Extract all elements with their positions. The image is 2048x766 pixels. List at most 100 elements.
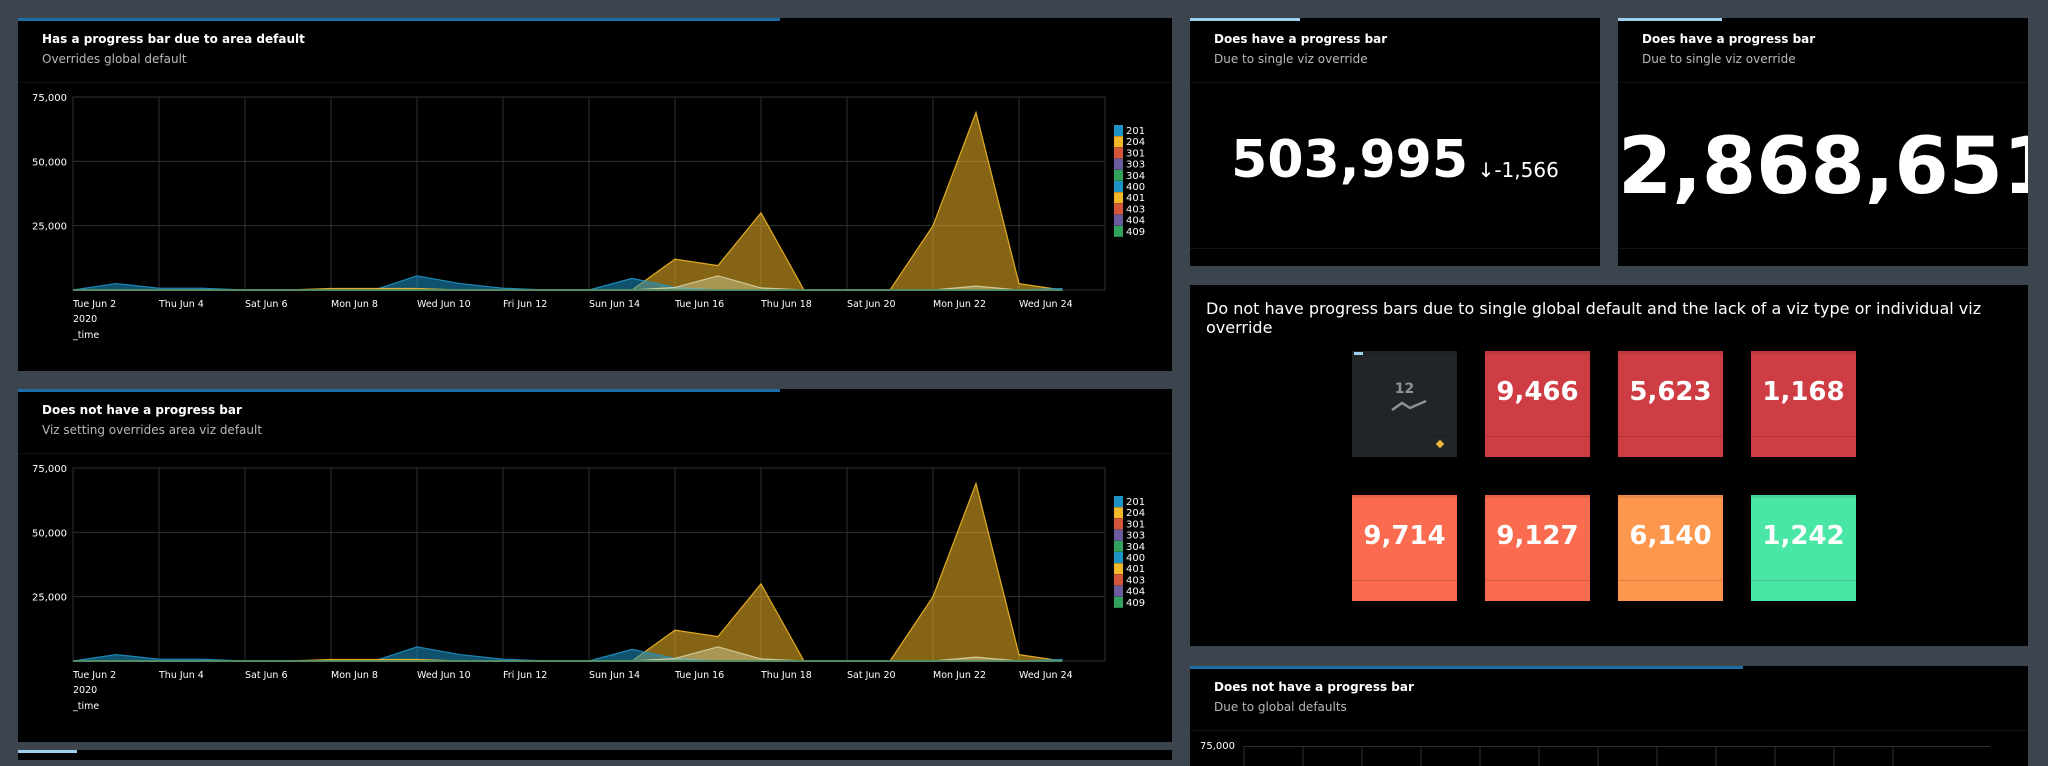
x-tick-label: Sat Jun 20	[847, 299, 896, 310]
single-value-tile: 9,714	[1352, 495, 1457, 601]
area-chart: 25,000 50,000 75,000 Tue Jun 2 Thu Jun 4 Sat …	[32, 93, 1145, 341]
y-tick-label: 25,000	[32, 222, 67, 233]
tile-value: 6,140	[1629, 521, 1712, 551]
area-chart: 25,000 50,000 75,000 Tue Jun 2 Thu Jun 4 Sat …	[32, 464, 1145, 712]
legend-swatch-201	[1114, 125, 1123, 136]
legend-label-304: 304	[1126, 171, 1145, 182]
tile-divider	[1618, 436, 1723, 437]
x-axis-label: _time	[72, 701, 99, 712]
legend-label-401: 401	[1126, 564, 1145, 575]
single-value-panel-2: Does have a progress bar Due to single v…	[1618, 18, 2028, 266]
x-tick-label: Thu Jun 18	[760, 299, 812, 310]
trend-value: -1,566	[1494, 158, 1559, 182]
x-tick-label: Sat Jun 6	[245, 299, 288, 310]
single-value-tile: 5,623	[1618, 351, 1723, 457]
x-tick-label: Wed Jun 24	[1019, 670, 1073, 681]
legend-swatch-400	[1114, 181, 1123, 192]
area-series-401	[73, 110, 1063, 291]
y-tick-label: 75,000	[32, 93, 67, 104]
legend-swatch-403	[1114, 574, 1123, 586]
single-value: 2,868,651	[1618, 122, 2028, 212]
progress-bar	[1190, 18, 1300, 21]
x-tick-label: Thu Jun 4	[158, 670, 204, 681]
legend-swatch-404	[1114, 585, 1123, 597]
chart-grid	[1243, 746, 1990, 766]
x-tick-year: 2020	[73, 685, 97, 696]
legend-label-201: 201	[1126, 126, 1145, 137]
legend-label-400: 400	[1126, 182, 1145, 193]
legend-label-301: 301	[1126, 519, 1145, 530]
tile-top-band	[1618, 495, 1723, 498]
legend-swatch-301	[1114, 147, 1123, 159]
legend-swatch-409	[1114, 225, 1123, 237]
single-value-tile: 9,127	[1485, 495, 1590, 601]
panel-subtitle: Due to single viz override	[1214, 52, 1368, 66]
tile-top-band	[1485, 351, 1590, 354]
y-tick-label: 50,000	[32, 528, 67, 539]
single-value-tile: 1,168	[1751, 351, 1856, 457]
legend-swatch-304	[1114, 540, 1123, 552]
legend-swatch-400	[1114, 552, 1123, 563]
legend-label-403: 403	[1126, 204, 1145, 215]
tile-top-band	[1352, 495, 1457, 498]
legend-swatch-303	[1114, 529, 1123, 541]
tile-top-band	[1485, 495, 1590, 498]
chart-panel-area-default: Has a progress bar due to area default O…	[18, 18, 1172, 371]
x-tick-label: Mon Jun 8	[331, 299, 378, 310]
tile-divider	[1485, 436, 1590, 437]
legend-swatch-304	[1114, 169, 1123, 181]
legend-label-401: 401	[1126, 193, 1145, 204]
legend-label-400: 400	[1126, 553, 1145, 564]
legend-label-204: 204	[1126, 508, 1145, 519]
tile-divider	[1751, 436, 1856, 437]
diamond-icon	[1435, 439, 1445, 449]
chart-panel-viz-setting: Does not have a progress bar Viz setting…	[18, 389, 1172, 742]
progress-bar	[1618, 18, 1722, 21]
legend-swatch-301	[1114, 518, 1123, 530]
chart-panel-global-defaults: Does not have a progress bar Due to glob…	[1190, 666, 2028, 766]
legend-swatch-401	[1114, 192, 1123, 204]
x-tick-label: Wed Jun 24	[1019, 299, 1073, 310]
legend-swatch-409	[1114, 596, 1123, 608]
legend-swatch-401	[1114, 563, 1123, 575]
panel-subtitle: Due to global defaults	[1214, 700, 1347, 714]
legend-label-303: 303	[1126, 160, 1145, 171]
x-tick-label: Tue Jun 16	[674, 299, 724, 310]
single-value-tile: 1,242	[1751, 495, 1856, 601]
divider	[1618, 82, 2028, 83]
sparkline-tile: 12	[1352, 351, 1457, 457]
tile-top-band	[1352, 351, 1457, 354]
legend-label-403: 403	[1126, 575, 1145, 586]
legend-swatch-201	[1114, 496, 1123, 507]
y-tick-label: 75,000	[32, 464, 67, 475]
single-value-tile: 6,140	[1618, 495, 1723, 601]
x-tick-label: Sun Jun 14	[589, 299, 640, 310]
tiles-panel: Do not have progress bars due to single …	[1190, 285, 2028, 646]
x-tick-label: Fri Jun 12	[503, 670, 547, 681]
legend-label-304: 304	[1126, 542, 1145, 553]
x-tick-label: Tue Jun 2	[72, 299, 116, 310]
tile-value: 1,168	[1762, 377, 1845, 407]
tile-top-band	[1618, 351, 1723, 354]
panel-title: Does not have a progress bar	[1214, 680, 1414, 694]
x-tick-label: Tue Jun 2	[72, 670, 116, 681]
legend-label-204: 204	[1126, 137, 1145, 148]
divider	[1190, 82, 1600, 83]
arrow-down-icon: ↓	[1477, 158, 1495, 182]
tile-divider	[1485, 580, 1590, 581]
x-tick-label: Sat Jun 6	[245, 670, 288, 681]
panel-subtitle: Due to single viz override	[1642, 52, 1796, 66]
trend-line-icon	[1391, 399, 1427, 412]
tile-value: 9,127	[1496, 521, 1579, 551]
x-tick-label: Fri Jun 12	[503, 299, 547, 310]
legend-label-301: 301	[1126, 148, 1145, 159]
legend-label-404: 404	[1126, 587, 1145, 598]
tile-value: 9,714	[1363, 521, 1446, 551]
y-tick-label: 50,000	[32, 157, 67, 168]
x-axis-label: _time	[72, 330, 99, 341]
x-tick-label: Sat Jun 20	[847, 670, 896, 681]
single-value-panel-1: Does have a progress bar Due to single v…	[1190, 18, 1600, 266]
legend-swatch-204	[1114, 136, 1123, 148]
x-tick-label: Wed Jun 10	[417, 299, 471, 310]
legend-swatch-404	[1114, 214, 1123, 226]
